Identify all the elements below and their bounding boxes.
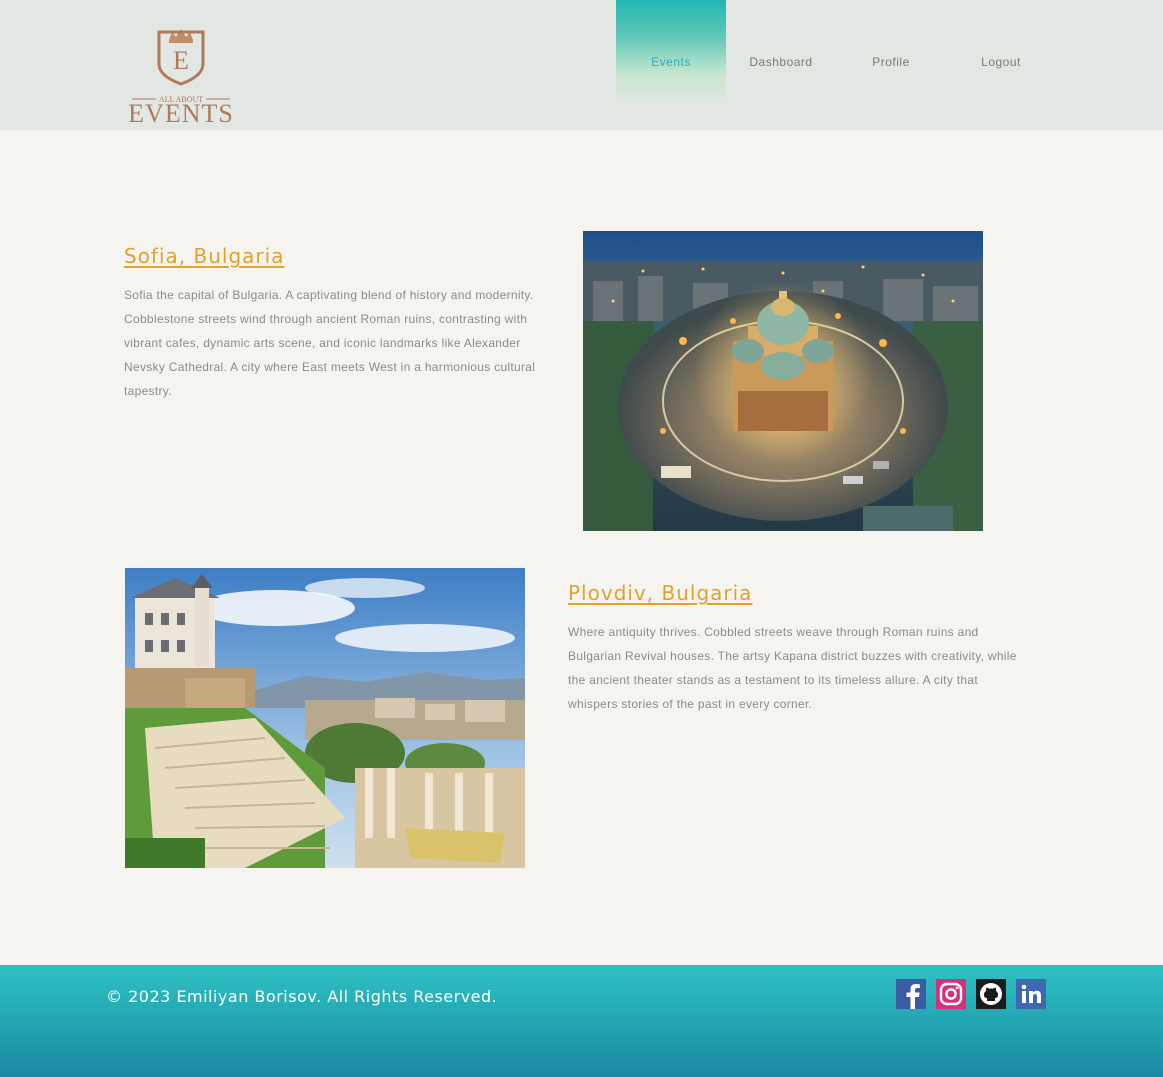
social-links [896, 979, 1046, 1009]
sofia-description: Sofia the capital of Bulgaria. A captiva… [124, 288, 536, 398]
nav-events[interactable]: Events [616, 0, 726, 106]
copyright-text: © 2023 Emiliyan Borisov. All Rights Rese… [106, 987, 498, 1006]
site-header: E ALL ABOUT EVENTS Events Dashboard Prof… [0, 0, 1163, 130]
site-footer: © 2023 Emiliyan Borisov. All Rights Rese… [0, 965, 1163, 1077]
instagram-icon[interactable] [936, 979, 966, 1009]
facebook-icon[interactable] [896, 979, 926, 1009]
logo-graphic: E ALL ABOUT EVENTS [128, 29, 234, 128]
plovdiv-theatre-image [125, 568, 525, 868]
logo-letter: E [173, 46, 189, 75]
linkedin-icon[interactable] [1016, 979, 1046, 1009]
main-nav: Events Dashboard Profile Logout [616, 0, 1056, 106]
sofia-cathedral-image [583, 231, 983, 531]
plovdiv-description: Where antiquity thrives. Cobbled streets… [568, 625, 1017, 711]
nav-logout[interactable]: Logout [946, 0, 1056, 106]
site-logo[interactable]: E ALL ABOUT EVENTS [124, 26, 238, 128]
nav-dashboard[interactable]: Dashboard [726, 0, 836, 106]
sofia-title-link[interactable]: Sofia, Bulgaria [124, 244, 284, 268]
github-icon[interactable] [976, 979, 1006, 1009]
plovdiv-title-link[interactable]: Plovdiv, Bulgaria [568, 581, 752, 605]
nav-profile[interactable]: Profile [836, 0, 946, 106]
logo-main-text: EVENTS [128, 99, 234, 126]
